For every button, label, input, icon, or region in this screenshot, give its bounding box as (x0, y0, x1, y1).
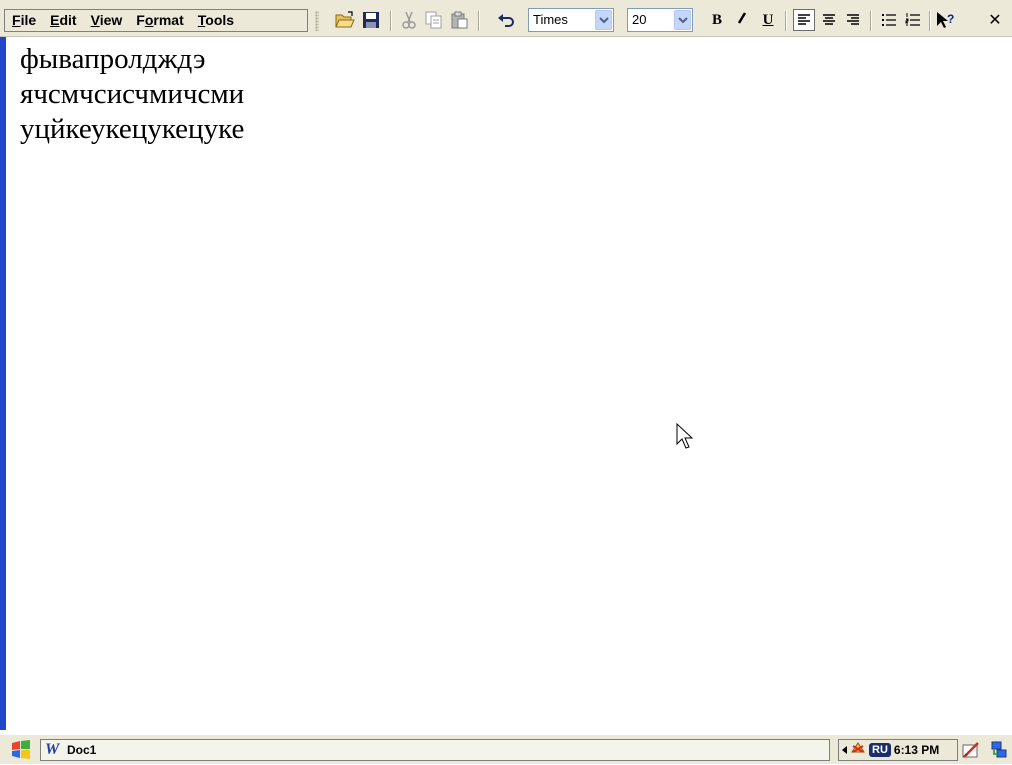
font-name-combo[interactable]: Times (528, 8, 614, 32)
align-center-button[interactable] (818, 9, 840, 31)
open-folder-icon (335, 11, 355, 29)
word-app-icon: W (45, 740, 63, 761)
scissors-icon (401, 11, 417, 29)
align-right-button[interactable] (842, 9, 864, 31)
save-button[interactable] (360, 9, 382, 31)
font-name-dropdown-button[interactable] (595, 10, 612, 30)
document-line: уцйкеукецукецуке (20, 113, 245, 145)
save-disk-icon (362, 11, 380, 29)
command-bar: File Edit View Format Tools Times 20 B U… (0, 0, 1012, 37)
numbering-button[interactable] (902, 9, 924, 31)
cut-button[interactable] (398, 9, 420, 31)
menu-tools[interactable]: Tools (191, 10, 241, 31)
input-language-indicator[interactable]: RU (869, 743, 891, 757)
mouse-pointer-icon (676, 422, 696, 456)
italic-icon (735, 11, 749, 30)
windows-flag-icon (10, 740, 32, 764)
align-center-icon (822, 13, 836, 27)
toolbar-separator (478, 11, 479, 31)
menu-edit[interactable]: Edit (43, 10, 83, 31)
connections-icon[interactable] (990, 741, 1008, 764)
underline-button[interactable]: U (757, 9, 779, 31)
bold-button[interactable]: B (706, 9, 728, 31)
taskbar-button-label: Doc1 (67, 743, 97, 757)
toolbar-grip[interactable] (315, 11, 319, 31)
toolbar-separator (390, 11, 391, 31)
system-tray: RU 6:13 PM (838, 739, 958, 761)
bullets-button[interactable] (878, 9, 900, 31)
toolbar-separator (785, 11, 786, 31)
bullets-icon (881, 13, 897, 27)
menu-view[interactable]: View (84, 10, 130, 31)
clock[interactable]: 6:13 PM (894, 743, 939, 757)
align-left-button[interactable] (793, 9, 815, 31)
font-size-combo[interactable]: 20 (627, 8, 693, 32)
window-left-border (0, 37, 6, 730)
open-button[interactable] (334, 9, 356, 31)
menu-format[interactable]: Format (129, 10, 190, 31)
document-area[interactable]: фывапролдждэ ячсмчсисчмичсми уцйкеукецук… (20, 42, 1000, 722)
paste-icon (450, 11, 468, 29)
document-line: ячсмчсисчмичсми (20, 78, 245, 110)
menu-bar: File Edit View Format Tools (4, 9, 308, 32)
chevron-down-icon (677, 13, 688, 28)
tray-expand-icon[interactable] (842, 741, 847, 759)
taskbar: W Doc1 RU 6:13 PM (0, 734, 1012, 764)
copy-button[interactable] (423, 9, 445, 31)
menu-file[interactable]: File (5, 10, 43, 31)
help-pointer-icon: ? (936, 11, 956, 29)
undo-icon (497, 13, 515, 27)
document-line: фывапролдждэ (20, 43, 206, 75)
close-button[interactable]: ✕ (984, 9, 1006, 31)
font-size-value: 20 (632, 12, 647, 27)
toolbar-separator (870, 11, 871, 31)
numbering-icon (905, 13, 921, 27)
font-name-value: Times (533, 12, 568, 27)
align-right-icon (846, 13, 860, 27)
svg-text:?: ? (947, 12, 954, 26)
undo-button[interactable] (495, 9, 517, 31)
font-size-dropdown-button[interactable] (674, 10, 691, 30)
help-button[interactable]: ? (935, 9, 957, 31)
copy-icon (425, 11, 443, 29)
network-icon[interactable] (850, 740, 866, 761)
start-button[interactable] (10, 740, 32, 760)
taskbar-button-doc1[interactable]: W Doc1 (40, 739, 830, 761)
align-left-icon (797, 13, 811, 27)
pen-icon[interactable] (962, 741, 980, 764)
paste-button[interactable] (448, 9, 470, 31)
chevron-down-icon (598, 13, 609, 28)
toolbar-separator (929, 11, 930, 31)
italic-button[interactable] (731, 9, 753, 31)
svg-text:W: W (45, 741, 61, 756)
